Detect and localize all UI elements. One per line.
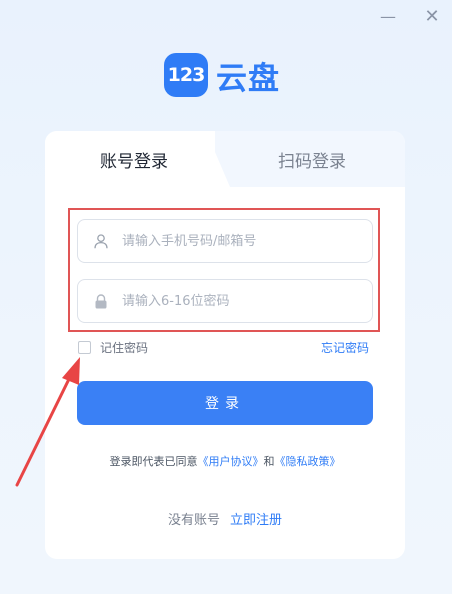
account-field[interactable]: [77, 219, 373, 263]
forgot-password-link[interactable]: 忘记密码: [321, 339, 369, 356]
remember-password-toggle[interactable]: 记住密码: [78, 339, 148, 356]
terms-link[interactable]: 《用户协议》: [198, 455, 264, 468]
tab-qr-login[interactable]: 扫码登录: [278, 147, 346, 172]
agreement-text: 登录即代表已同意《用户协议》和《隐私政策》: [45, 453, 405, 469]
register-link[interactable]: 立即注册: [230, 513, 282, 528]
login-button[interactable]: 登录: [77, 381, 373, 425]
agreement-conjunction: 和: [263, 455, 275, 468]
brand-name: 云盘: [216, 60, 280, 97]
password-field[interactable]: [77, 279, 373, 323]
login-card: 账号登录 扫码登录 记住密码 忘记密码 登录 登录即代表已同意《用户协议》和《隐…: [45, 131, 405, 559]
tab-account-login[interactable]: 账号登录: [100, 147, 168, 172]
brand-header: 123 云盘: [164, 52, 280, 98]
close-button[interactable]: ✕: [421, 6, 443, 28]
lock-icon: [93, 293, 109, 309]
account-input[interactable]: [120, 232, 364, 250]
password-input[interactable]: [120, 292, 364, 310]
register-row: 没有账号 立即注册: [45, 509, 405, 528]
agreement-prefix: 登录即代表已同意: [109, 455, 198, 468]
minimize-button[interactable]: —: [377, 6, 399, 28]
user-icon: [93, 233, 109, 249]
register-prompt: 没有账号: [167, 513, 220, 528]
remember-checkbox[interactable]: [78, 341, 91, 354]
tab-bar: 账号登录 扫码登录: [45, 131, 405, 187]
remember-label: 记住密码: [100, 341, 149, 355]
privacy-link[interactable]: 《隐私政策》: [275, 455, 341, 468]
logo-icon: 123: [164, 53, 208, 97]
